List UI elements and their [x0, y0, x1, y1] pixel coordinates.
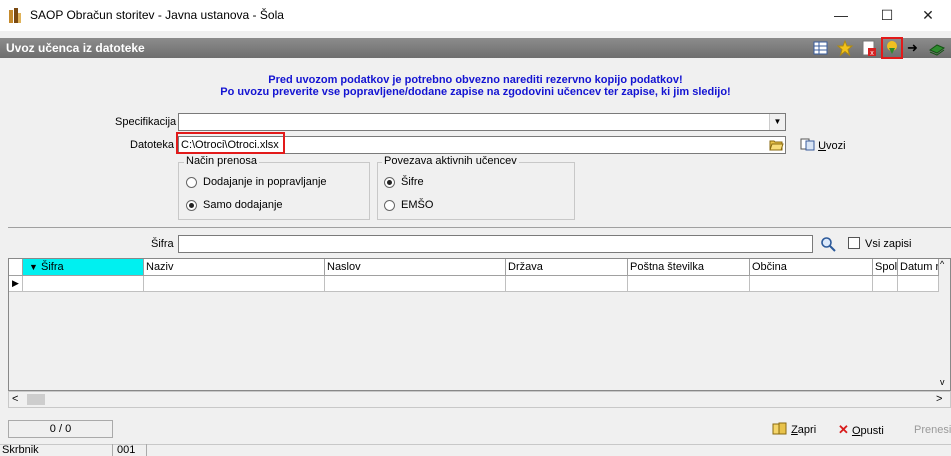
- folder-open-icon[interactable]: [769, 138, 784, 152]
- povezava-group: [377, 162, 575, 220]
- arrow-right-icon[interactable]: ➜: [907, 40, 921, 56]
- warning-line-1: Pred uvozom podatkov je potrebno obvezno…: [268, 74, 683, 86]
- backup-warning: Pred uvozom podatkov je potrebno obvezno…: [0, 74, 951, 98]
- sort-desc-icon: ▼: [29, 262, 38, 272]
- column-header-naslov[interactable]: Naslov: [325, 259, 506, 276]
- column-header-postna-stevilka[interactable]: Poštna številka: [628, 259, 750, 276]
- row-marker[interactable]: ▶: [9, 276, 23, 292]
- window-title: SAOP Obračun storitev - Javna ustanova -…: [30, 8, 284, 22]
- zapri-button[interactable]: Zapri: [772, 422, 816, 436]
- scroll-down-icon[interactable]: v: [940, 377, 945, 387]
- grid-cell[interactable]: [23, 276, 144, 292]
- scroll-left-icon[interactable]: <: [12, 393, 18, 405]
- column-header-obcina[interactable]: Občina: [750, 259, 873, 276]
- close-book-icon: [772, 422, 787, 435]
- uvozi-label-rest: vozi: [826, 140, 846, 152]
- specifikacija-select[interactable]: ▼: [178, 113, 786, 131]
- divider: [8, 227, 951, 228]
- column-header-drzava[interactable]: Država: [506, 259, 628, 276]
- maximize-button[interactable]: ☐: [864, 0, 910, 31]
- app-logo-icon: [9, 8, 21, 23]
- column-header-spol[interactable]: Spol: [873, 259, 898, 276]
- search-icon[interactable]: [820, 236, 836, 252]
- window-titlebar: SAOP Obračun storitev - Javna ustanova -…: [0, 0, 951, 31]
- prenesi-button[interactable]: Prenesi: [914, 424, 951, 436]
- pdf-close-icon[interactable]: x: [860, 39, 878, 57]
- import-file-icon: [800, 138, 815, 151]
- book-icon[interactable]: [928, 39, 946, 57]
- form-title: Uvoz učenca iz datoteke: [6, 41, 145, 55]
- radio-emso[interactable]: [384, 200, 395, 211]
- scroll-up-icon[interactable]: ^: [940, 259, 944, 269]
- grid-cell[interactable]: [750, 276, 873, 292]
- opusti-button[interactable]: ✕ Opusti: [838, 422, 884, 438]
- opusti-hotkey: O: [851, 425, 861, 437]
- column-header-sifra[interactable]: ▼ Šifra: [23, 259, 144, 276]
- nacin-prenosa-group: [178, 162, 370, 220]
- star-icon[interactable]: [836, 39, 854, 57]
- radio-sifre-label[interactable]: Šifre: [401, 176, 424, 188]
- uvozi-hotkey: U: [818, 140, 827, 152]
- vsi-zapisi-checkbox[interactable]: [848, 237, 860, 249]
- uvozi-button[interactable]: Uvozi: [800, 138, 846, 152]
- column-header-naziv[interactable]: Naziv: [144, 259, 325, 276]
- status-code: 001: [117, 444, 147, 456]
- grid-cell[interactable]: [628, 276, 750, 292]
- chevron-down-icon[interactable]: ▼: [769, 114, 785, 130]
- radio-emso-label[interactable]: EMŠO: [401, 199, 433, 211]
- sifra-search-label: Šifra: [151, 238, 174, 250]
- scroll-right-icon[interactable]: >: [936, 393, 942, 405]
- cancel-x-icon: ✕: [838, 422, 849, 437]
- radio-dodajanje-popravljanje-label[interactable]: Dodajanje in popravljanje: [203, 176, 327, 188]
- opusti-label-rest: pusti: [860, 425, 884, 437]
- warning-line-2: Po uvozu preverite vse popravljene/dodan…: [220, 86, 731, 98]
- column-header-sifra-label: Šifra: [40, 261, 64, 273]
- close-button[interactable]: ✕: [905, 0, 951, 31]
- horizontal-scrollbar[interactable]: < >: [8, 391, 951, 408]
- import-icon[interactable]: [883, 39, 901, 57]
- nacin-prenosa-title: Način prenosa: [184, 155, 259, 167]
- radio-samo-dodajanje[interactable]: [186, 200, 197, 211]
- grid-icon[interactable]: [812, 39, 830, 57]
- grid-cell[interactable]: [898, 276, 939, 292]
- data-grid[interactable]: ▼ Šifra Naziv Naslov Država Poštna števi…: [8, 258, 951, 391]
- status-user: Skrbnik: [2, 444, 113, 456]
- radio-sifre[interactable]: [384, 177, 395, 188]
- grid-cell[interactable]: [506, 276, 628, 292]
- record-counter: 0 / 0: [8, 420, 113, 438]
- svg-text:x: x: [870, 50, 874, 57]
- grid-cell[interactable]: [325, 276, 506, 292]
- form-header-bar: Uvoz učenca iz datoteke x ➜: [0, 37, 951, 59]
- minimize-button[interactable]: —: [818, 0, 864, 31]
- zapri-label-rest: apri: [797, 424, 817, 436]
- status-bar: Skrbnik 001: [0, 444, 951, 456]
- grid-cell[interactable]: [144, 276, 325, 292]
- sifra-search-input[interactable]: [178, 235, 813, 253]
- radio-dodajanje-popravljanje[interactable]: [186, 177, 197, 188]
- radio-samo-dodajanje-label[interactable]: Samo dodajanje: [203, 199, 283, 211]
- povezava-title: Povezava aktivnih učencev: [382, 155, 519, 167]
- grid-corner: [9, 259, 23, 276]
- specifikacija-label: Specifikacija: [115, 116, 177, 128]
- datoteka-highlight: [176, 132, 285, 154]
- column-header-datum-rojstva[interactable]: Datum ro: [898, 259, 939, 276]
- zapri-hotkey: Z: [791, 424, 798, 436]
- vertical-scrollbar[interactable]: ^ v: [939, 259, 950, 390]
- grid-cell[interactable]: [873, 276, 898, 292]
- vsi-zapisi-label[interactable]: Vsi zapisi: [865, 238, 911, 250]
- scroll-thumb[interactable]: [27, 394, 45, 405]
- datoteka-label: Datoteka: [130, 139, 175, 151]
